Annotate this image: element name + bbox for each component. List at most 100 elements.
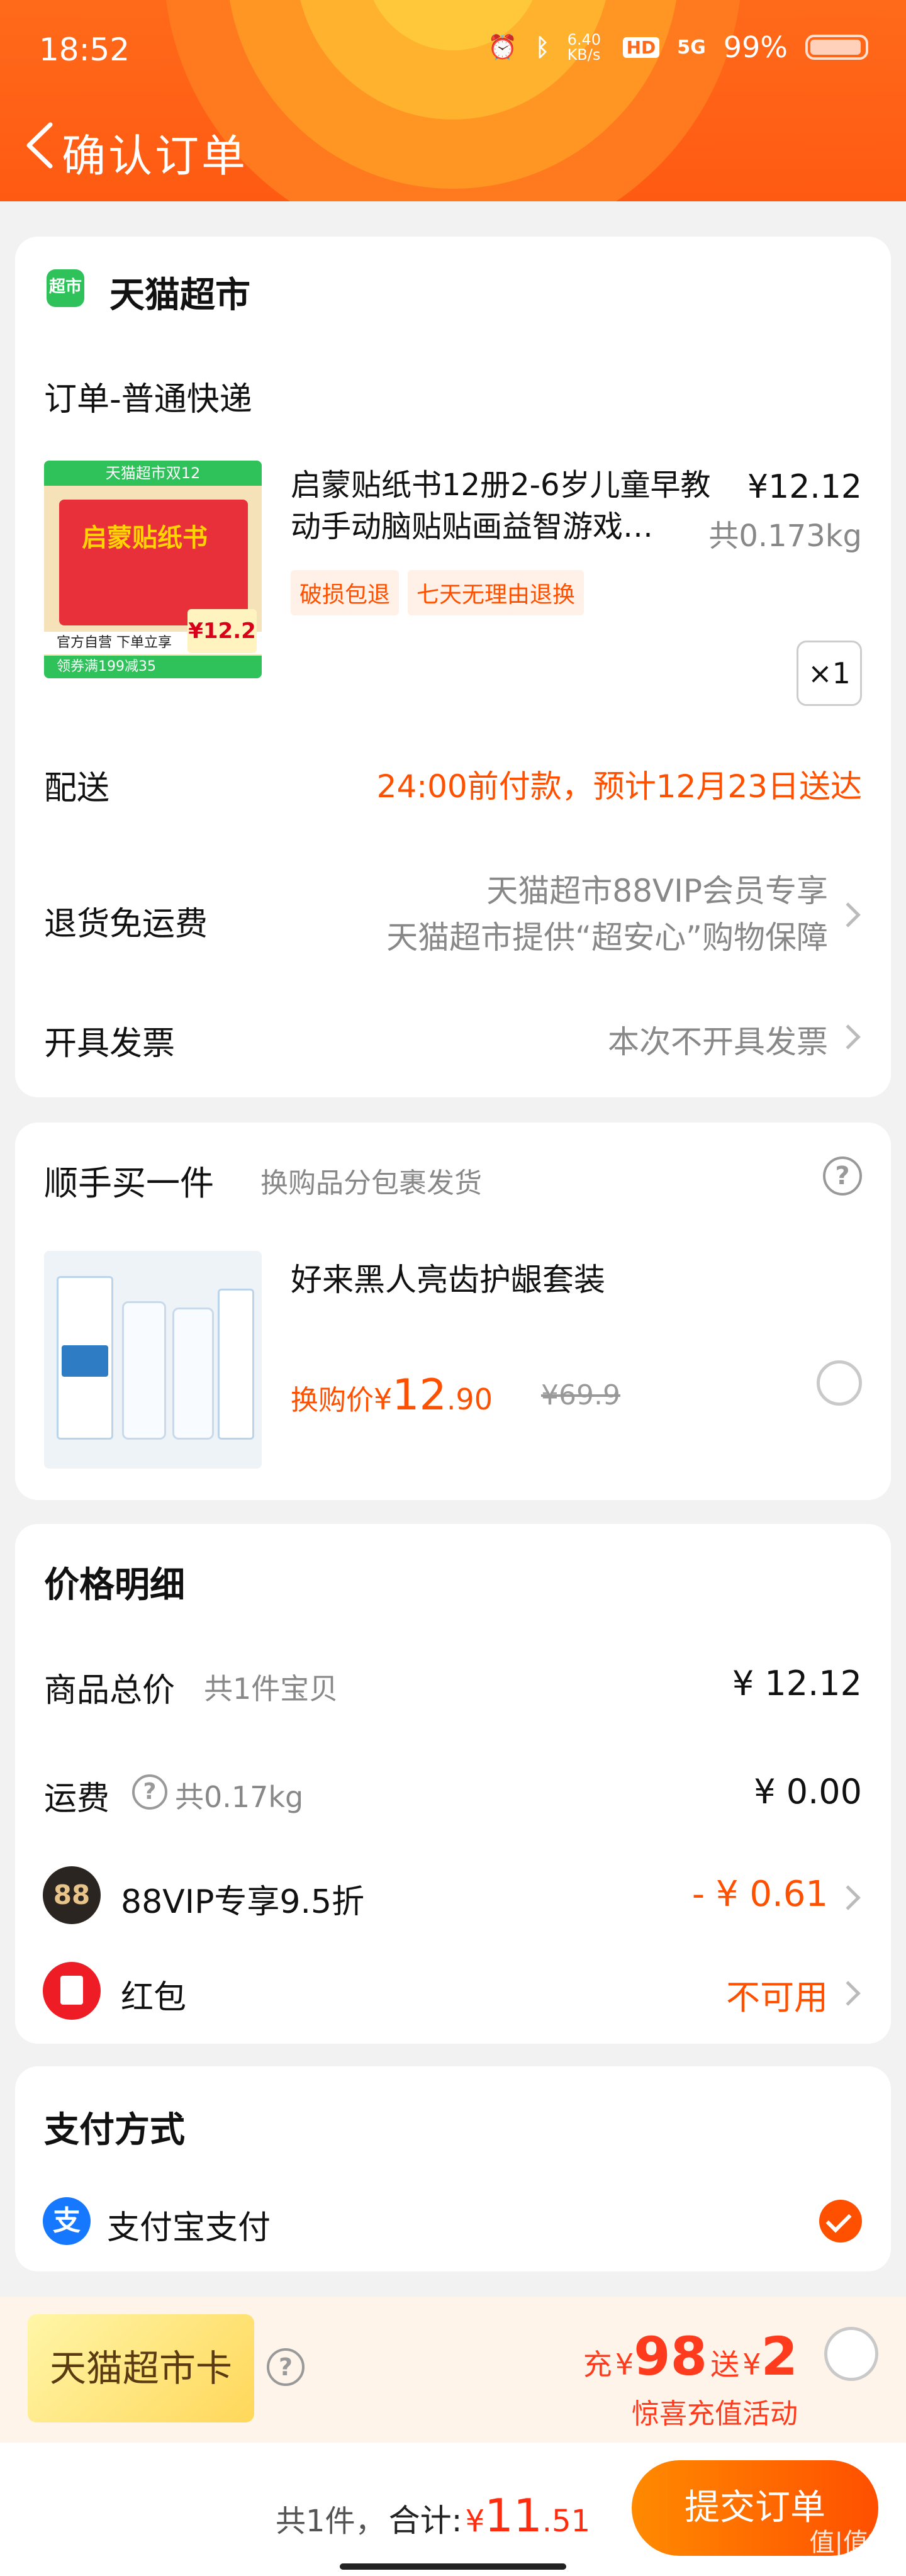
- toothpaste-box-label: [62, 1345, 108, 1377]
- shipping-label: 运费: [44, 1780, 110, 1818]
- toothpaste-box: [218, 1289, 254, 1440]
- quantity-stepper[interactable]: ×1: [797, 641, 862, 706]
- product-image-price: ¥12.2: [187, 609, 257, 653]
- invoice-value: 本次不开具发票: [608, 1024, 828, 1060]
- question-circle-icon[interactable]: ?: [823, 1156, 862, 1196]
- store-badge: 超市: [47, 269, 84, 307]
- alipay-row[interactable]: 支 支付宝支付: [15, 2190, 891, 2253]
- product-price: ¥12.12: [747, 468, 862, 506]
- question-circle-icon[interactable]: ?: [267, 2348, 305, 2386]
- card-promo-bar: 天猫超市卡 ? 充 ¥98 送 ¥2 惊喜充值活动: [0, 2297, 906, 2443]
- toothpaste-tube: [172, 1308, 214, 1440]
- alipay-selected-check[interactable]: [819, 2200, 862, 2243]
- product-weight: 共0.173kg: [708, 518, 862, 554]
- addon-subtitle: 换购品分包裹发货: [260, 1167, 482, 1199]
- payment-title: 支付方式: [44, 2110, 185, 2151]
- store-badge-text: 超市: [48, 277, 82, 296]
- question-circle-icon[interactable]: ?: [132, 1774, 167, 1810]
- battery-icon: [805, 35, 868, 60]
- quantity-value: ×1: [808, 656, 851, 690]
- supermarket-card[interactable]: 天猫超市卡: [28, 2314, 254, 2422]
- product-image-coupon-text: 领券满199减35: [57, 659, 156, 675]
- items-total-label: 商品总价: [44, 1672, 176, 1710]
- items-total-value: ¥ 12.12: [732, 1664, 862, 1703]
- shipping-sub: 共0.17kg: [175, 1780, 304, 1814]
- watermark: 值|值得: [809, 2528, 893, 2557]
- return-shipping-row[interactable]: 退货免运费 天猫超市88VIP会员专享 天猫超市提供“超安心”购物保障: [15, 866, 891, 979]
- gift-amount: 2: [761, 2326, 798, 2387]
- card-promo-radio[interactable]: [824, 2327, 878, 2381]
- vip-88-icon: 88: [43, 1866, 101, 1924]
- supermarket-card-name: 天猫超市卡: [49, 2347, 232, 2390]
- order-section-title: 订单-普通快递: [44, 381, 252, 418]
- hd-badge: HD: [622, 36, 660, 58]
- gift-prefix: 送: [710, 2348, 740, 2382]
- payment-card: 支付方式 支 支付宝支付: [15, 2066, 891, 2271]
- delivery-value: 24:00前付款，预计12月23日送达: [376, 768, 862, 805]
- product-image-banner-text: 天猫超市双12: [105, 464, 201, 482]
- addon-price-currency: ¥: [374, 1382, 393, 1416]
- bluetooth-icon: ᛒ: [535, 33, 550, 61]
- chevron-right-icon: [836, 1981, 861, 2006]
- product-image[interactable]: 天猫超市双12 启蒙贴纸书 官方自营 下单立享 领券满199减35 ¥12.2: [44, 461, 262, 678]
- vip-discount-row[interactable]: 88 88VIP专享9.5折 - ¥ 0.61: [15, 1862, 891, 1932]
- addon-product-name[interactable]: 好来黑人亮齿护龈套装: [291, 1255, 605, 1300]
- order-card: 超市 天猫超市 订单-普通快递 天猫超市双12 启蒙贴纸书 官方自营 下单立享 …: [15, 237, 891, 1097]
- recharge-offer: 充 ¥98 送 ¥2: [583, 2326, 798, 2387]
- product-image-coupon: 领券满199减35: [44, 656, 262, 678]
- battery-text: 99%: [723, 30, 788, 64]
- total-label: 合计:: [388, 2502, 462, 2539]
- alipay-icon: 支: [43, 2197, 91, 2245]
- addon-original-price: ¥69.9: [541, 1379, 620, 1411]
- return-shipping-label: 退货免运费: [44, 905, 208, 943]
- addon-product-price: 换购价¥12.90: [291, 1370, 493, 1420]
- order-total: 共1件， 合计: ¥11.51: [276, 2489, 590, 2542]
- addon-select-radio[interactable]: [817, 1360, 862, 1406]
- return-shipping-line2: 天猫超市提供“超安心”购物保障: [386, 919, 828, 956]
- red-packet-row[interactable]: 红包 不可用: [15, 1958, 891, 2027]
- status-time: 18:52: [39, 31, 130, 68]
- red-packet-label: 红包: [121, 1979, 187, 2017]
- product-image-banner: 天猫超市双12: [44, 461, 262, 486]
- addon-price-int: 12: [392, 1370, 447, 1420]
- addon-product-image[interactable]: [44, 1251, 262, 1469]
- signal-icon: 5G: [677, 36, 706, 59]
- items-total-sub: 共1件宝贝: [204, 1672, 338, 1706]
- recharge-activity: 惊喜充值活动: [632, 2398, 798, 2430]
- total-int: 11: [484, 2489, 542, 2542]
- recharge-currency: ¥: [615, 2348, 634, 2382]
- home-indicator: [340, 2563, 566, 2570]
- product-title[interactable]: 启蒙贴纸书12册2-6岁儿童早教动手动脑贴贴画益智游戏…: [291, 464, 731, 547]
- toothpaste-tube: [122, 1301, 166, 1440]
- addon-title: 顺手买一件: [44, 1163, 214, 1203]
- chevron-right-icon: [836, 902, 861, 927]
- vip-label: 88VIP专享9.5折: [121, 1883, 365, 1921]
- product-image-title: 启蒙贴纸书: [82, 524, 208, 552]
- chevron-left-icon[interactable]: [18, 117, 62, 174]
- alarm-icon: ⏰: [488, 33, 518, 61]
- addon-price-label: 换购价: [291, 1384, 374, 1416]
- gift-currency: ¥: [742, 2348, 761, 2382]
- product-image-strip-text: 官方自营 下单立享: [57, 635, 172, 651]
- price-detail-card: 价格明细 商品总价 共1件宝贝 ¥ 12.12 运费 ? 共0.17kg ¥ 0…: [15, 1524, 891, 2044]
- delivery-label: 配送: [44, 770, 110, 807]
- red-packet-envelope: [60, 1976, 83, 2005]
- alipay-label: 支付宝支付: [107, 2209, 271, 2247]
- bottom-bar: 共1件， 合计: ¥11.51 提交订单 值|值得: [0, 2443, 906, 2576]
- total-dec: .51: [542, 2504, 591, 2539]
- tag-damage-return: 破损包退: [291, 570, 400, 615]
- chevron-right-icon: [836, 1885, 861, 1910]
- status-icons: ⏰ ᛒ 6.40 KB/s HD 5G 99%: [488, 30, 868, 64]
- shipping-value: ¥ 0.00: [754, 1772, 862, 1812]
- item-count: 共1件，: [276, 2504, 386, 2539]
- submit-order-label: 提交订单: [685, 2487, 825, 2528]
- addon-card: 顺手买一件 换购品分包裹发货 ? 好来黑人亮齿护龈套装 换购价¥12.90 ¥6…: [15, 1123, 891, 1500]
- return-shipping-line1: 天猫超市88VIP会员专享: [486, 873, 828, 909]
- store-name[interactable]: 天猫超市: [109, 267, 250, 318]
- invoice-row[interactable]: 开具发票 本次不开具发票: [15, 1017, 891, 1080]
- total-currency: ¥: [465, 2504, 485, 2539]
- page-title: 确认订单: [62, 130, 248, 182]
- chevron-right-icon: [836, 1024, 861, 1050]
- vip-value: - ¥ 0.61: [691, 1874, 828, 1915]
- alipay-icon-text: 支: [53, 2205, 81, 2237]
